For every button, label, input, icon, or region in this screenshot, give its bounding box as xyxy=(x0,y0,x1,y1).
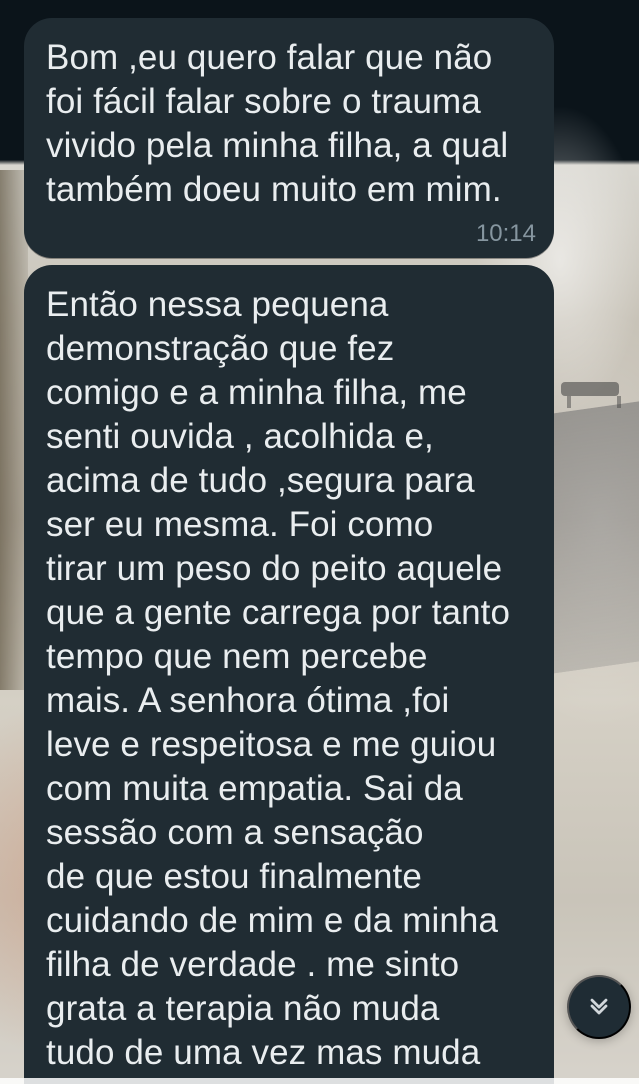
double-chevron-down-icon xyxy=(585,992,613,1023)
wallpaper-bench xyxy=(561,382,621,408)
scroll-to-bottom-button[interactable] xyxy=(567,975,631,1039)
message-text: Então nessa pequena demonstração que fez… xyxy=(46,285,511,1072)
message-bubble[interactable]: Bom ,eu quero falar que não foi fácil fa… xyxy=(24,18,554,258)
message-timestamp: 10:14 xyxy=(475,220,536,247)
message-text: Bom ,eu quero falar que não foi fácil fa… xyxy=(46,38,509,209)
message-bubble[interactable]: Então nessa pequena demonstração que fez… xyxy=(24,265,554,1084)
message-meta: 10:14 xyxy=(476,220,536,248)
